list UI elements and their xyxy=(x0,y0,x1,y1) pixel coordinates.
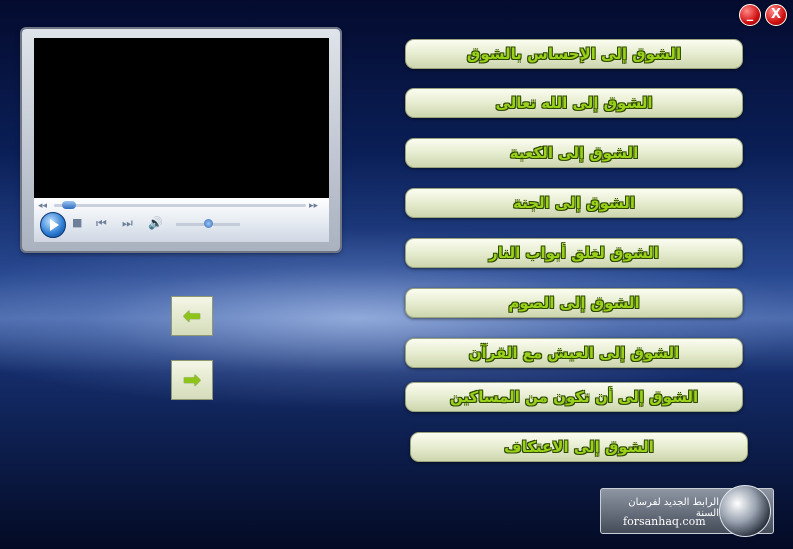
next-icon[interactable]: ⏭ xyxy=(122,217,133,229)
previous-icon[interactable]: ⏮ xyxy=(96,217,107,229)
menu-item-5[interactable]: الشوق لغلق أبواب النار xyxy=(405,238,743,268)
close-button[interactable]: X xyxy=(765,4,787,26)
video-screen[interactable] xyxy=(34,38,329,198)
menu-item-9[interactable]: الشوق إلى الاعتكاف xyxy=(410,432,748,462)
seek-back-icon[interactable]: ◂◂ xyxy=(38,200,47,212)
minimize-button[interactable]: _ xyxy=(739,4,761,26)
globe-icon xyxy=(719,485,771,537)
seek-handle[interactable] xyxy=(61,201,76,209)
media-player: ◂◂ ▸▸ ■ ⏮ ⏭ 🔊 xyxy=(22,29,340,251)
menu-item-1[interactable]: الشوق إلى الإحساس بالشوق xyxy=(405,39,743,69)
arrow-right-icon: ➡ xyxy=(182,367,202,393)
menu-item-2[interactable]: الشوق إلى الله تعالى xyxy=(405,88,743,118)
forward-button[interactable]: ➡ xyxy=(171,360,213,400)
menu-item-8[interactable]: الشوق إلى أن تكون من المساكين xyxy=(405,382,743,412)
seek-forward-icon[interactable]: ▸▸ xyxy=(309,200,318,212)
play-icon[interactable] xyxy=(40,212,66,238)
back-button[interactable]: ⬅ xyxy=(171,296,213,336)
volume-icon[interactable]: 🔊 xyxy=(148,217,163,229)
arrow-left-icon: ⬅ xyxy=(182,303,202,329)
menu-item-4[interactable]: الشوق إلى الجنة xyxy=(405,188,743,218)
site-logo[interactable]: الرابط الجديد لفرسان السنة forsanhaq.com xyxy=(600,485,774,537)
player-controls: ◂◂ ▸▸ ■ ⏮ ⏭ 🔊 xyxy=(34,198,329,242)
menu-item-6[interactable]: الشوق إلى الصوم xyxy=(405,288,743,318)
menu-item-3[interactable]: الشوق إلى الكعبة xyxy=(405,138,743,168)
stop-icon[interactable]: ■ xyxy=(72,217,82,229)
volume-handle[interactable] xyxy=(204,219,213,228)
menu-item-7[interactable]: الشوق إلى العيش مع القرآن xyxy=(405,338,743,368)
seek-bar[interactable] xyxy=(54,204,306,207)
logo-url: forsanhaq.com xyxy=(623,515,706,528)
